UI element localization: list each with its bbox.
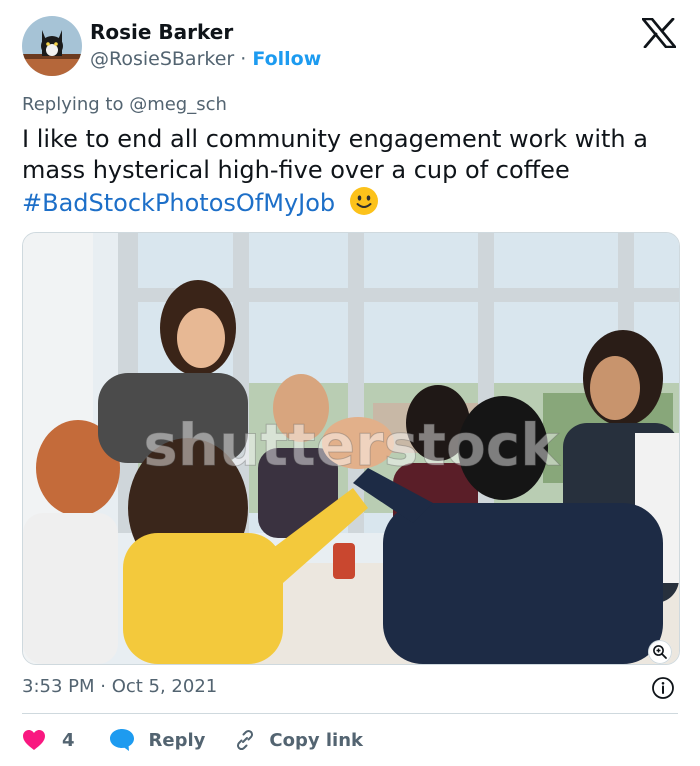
avatar[interactable] [22,16,82,76]
replying-to-label: Replying to @meg_sch [22,94,227,115]
tweet-timestamp[interactable]: 3:53 PM · Oct 5, 2021 [22,676,217,697]
zoom-in-icon[interactable] [648,640,672,664]
separator-dot: · [240,48,247,70]
info-icon[interactable] [651,676,675,700]
follow-button[interactable]: Follow [252,48,321,70]
copy-link-button[interactable]: Copy link [233,728,363,752]
author-handle-row: @RosieSBarker · Follow [90,48,321,70]
tweet-body: I like to end all community engagement w… [22,125,648,184]
reply-label: Reply [148,729,206,751]
smiley-face-icon [349,187,378,215]
reply-button[interactable]: Reply [109,728,206,752]
cat-avatar-icon [22,16,82,76]
author-handle[interactable]: @RosieSBarker [90,48,234,70]
like-count: 4 [62,729,75,751]
like-button[interactable]: 4 [22,729,75,751]
tweet-text: I like to end all community engagement w… [22,124,682,219]
hashtag-link[interactable]: #BadStockPhotosOfMyJob [22,189,335,217]
divider [22,713,678,714]
reply-bubble-icon [109,729,134,751]
stock-photo-high-five: shutterstock [23,233,679,664]
author-name[interactable]: Rosie Barker [90,20,233,44]
x-logo-icon[interactable] [642,18,676,48]
tweet-actions: 4 Reply Copy link [22,724,363,756]
heart-icon [23,730,45,750]
tweet-photo[interactable]: shutterstock [22,232,680,665]
copy-link-label: Copy link [269,729,363,751]
link-icon [237,729,254,751]
photo-watermark: shutterstock [143,411,560,479]
